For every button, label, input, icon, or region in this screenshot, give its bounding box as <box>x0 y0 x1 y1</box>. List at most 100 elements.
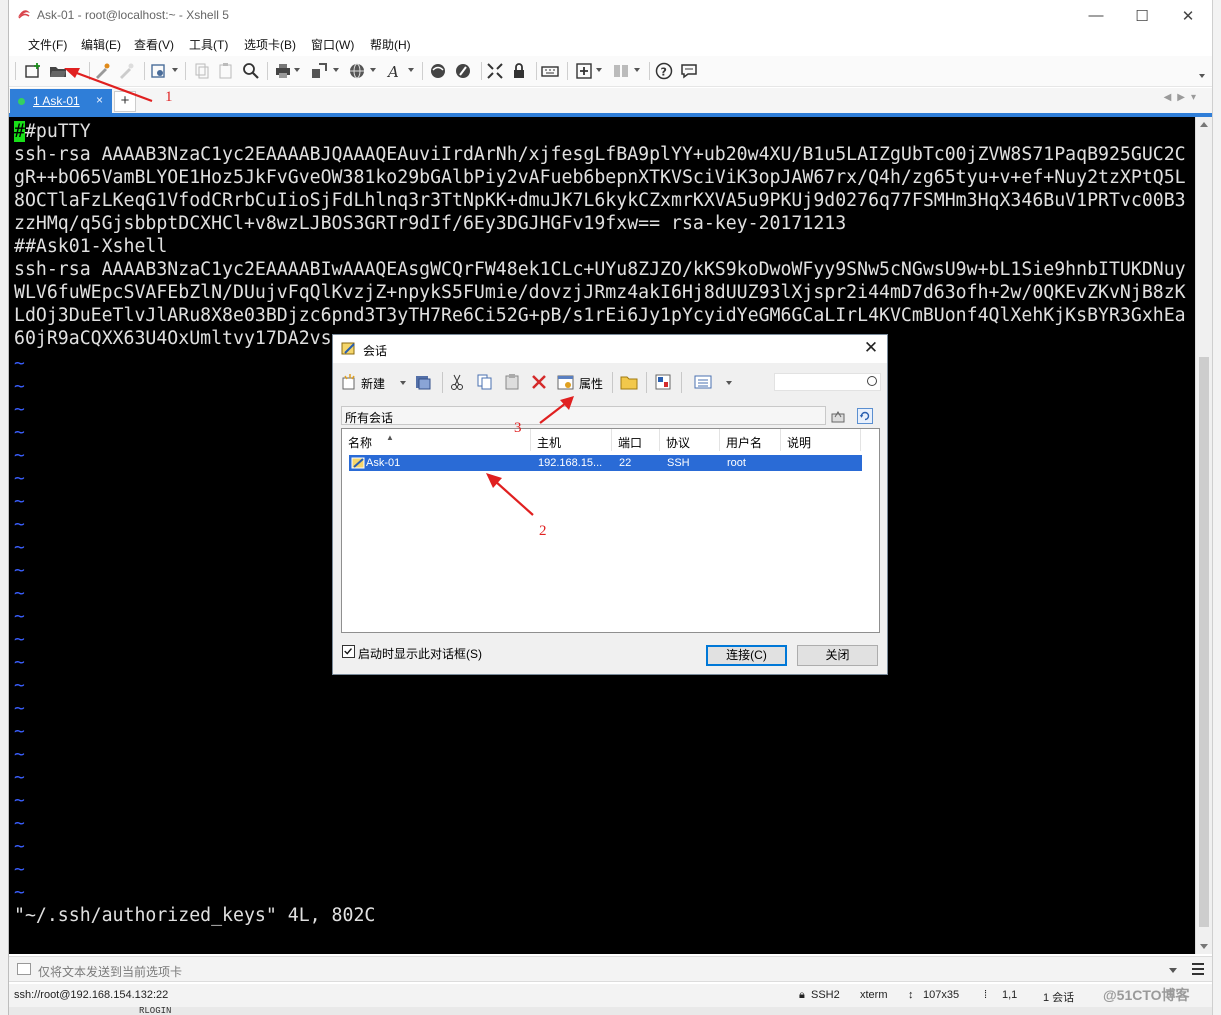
tab-close-icon[interactable]: × <box>96 93 103 107</box>
scroll-up-icon[interactable] <box>1200 122 1208 127</box>
terminal-line: zzHMq/q5GjsbbptDCXHCl+v8wzLJBOS3GRTr9dIf… <box>14 213 847 234</box>
refresh-icon[interactable] <box>857 408 873 424</box>
minimize-icon: — <box>1088 7 1104 24</box>
cut-icon[interactable] <box>449 373 465 391</box>
transfer-icon[interactable] <box>310 62 328 80</box>
print-dropdown-arrow[interactable] <box>294 68 300 72</box>
properties-button-label[interactable]: 属性 <box>579 375 603 392</box>
main-toolbar: A ? <box>9 56 1212 87</box>
minimize-button[interactable]: — <box>1073 0 1119 31</box>
column-name[interactable]: 名称 ▲ <box>342 429 531 451</box>
fullscreen-icon[interactable] <box>486 62 504 80</box>
open-session-icon[interactable] <box>49 62 67 80</box>
vim-tilde-line: ~ <box>14 514 25 535</box>
view-mode-dropdown-arrow[interactable] <box>726 381 732 385</box>
view-mode-icon[interactable] <box>694 373 712 391</box>
tab-navigation-arrows[interactable]: ◀▶▾ <box>1164 92 1202 103</box>
session-search-input[interactable] <box>774 373 881 391</box>
watermark: @51CTO博客 <box>1103 987 1190 1003</box>
import-export-icon[interactable] <box>654 373 672 391</box>
column-host[interactable]: 主机 <box>531 429 612 451</box>
cursor-position: 1,1 <box>1002 989 1018 1001</box>
layout-dropdown-arrow[interactable] <box>634 68 640 72</box>
menu-tabs[interactable]: 选项卡(B) <box>244 36 296 53</box>
script-icon[interactable] <box>454 62 472 80</box>
menu-file[interactable]: 文件(F) <box>28 36 67 53</box>
folder-icon[interactable] <box>620 373 638 391</box>
scrollbar-thumb[interactable] <box>1199 357 1209 927</box>
reconnect-icon[interactable] <box>93 62 111 80</box>
dialog-close-icon[interactable]: ✕ <box>859 338 883 360</box>
copy-icon[interactable] <box>476 373 494 391</box>
properties-dropdown-arrow[interactable] <box>172 68 178 72</box>
cursor-icon: ⁞ <box>984 989 988 1001</box>
xftp-icon[interactable] <box>429 62 447 80</box>
scroll-down-icon[interactable] <box>1200 944 1208 949</box>
new-button-label[interactable]: 新建 <box>361 375 385 392</box>
transfer-dropdown-arrow[interactable] <box>333 68 339 72</box>
globe-icon[interactable] <box>348 62 366 80</box>
font-icon[interactable]: A <box>386 62 404 80</box>
new-dropdown-arrow[interactable] <box>400 381 406 385</box>
print-icon[interactable] <box>274 62 292 80</box>
show-on-startup-label[interactable]: 启动时显示此对话框(S) <box>358 645 482 662</box>
show-on-startup-checkbox[interactable] <box>342 645 355 658</box>
help-icon[interactable]: ? <box>655 62 673 80</box>
tab-ask-01[interactable]: 1 Ask-01 × <box>10 89 112 114</box>
session-row[interactable]: Ask-01 192.168.15... 22 SSH root <box>349 455 862 471</box>
maximize-button[interactable]: ☐ <box>1119 0 1165 31</box>
globe-dropdown-arrow[interactable] <box>370 68 376 72</box>
find-icon[interactable] <box>242 62 260 80</box>
svg-text:A: A <box>386 63 399 80</box>
toolbar-separator <box>422 62 423 80</box>
session-list[interactable]: 名称 ▲ 主机 端口 协议 用户名 说明 Ask-01 192.168.15...… <box>341 428 880 633</box>
terminal-line: LdOj3DuEeTlvJlARu8X8e03BDjzc6pnd3T3yTH7R… <box>14 305 1186 326</box>
paste-icon[interactable] <box>503 373 521 391</box>
menu-icon[interactable] <box>1192 963 1204 975</box>
add-tab-button[interactable]: + <box>114 91 136 112</box>
lock-icon[interactable] <box>510 62 528 80</box>
chevron-down-icon[interactable] <box>1169 968 1177 973</box>
terminal-scrollbar[interactable] <box>1195 117 1212 954</box>
properties-icon[interactable] <box>557 373 575 391</box>
toolbar-overflow-arrow[interactable] <box>1199 74 1205 78</box>
column-description[interactable]: 说明 <box>781 429 861 451</box>
compose-bar[interactable]: 仅将文本发送到当前选项卡 <box>9 956 1212 982</box>
layout-icon[interactable] <box>612 62 630 80</box>
menu-window[interactable]: 窗口(W) <box>311 36 354 53</box>
menu-edit[interactable]: 编辑(E) <box>81 36 121 53</box>
copy-icon[interactable] <box>193 62 211 80</box>
menu-help[interactable]: 帮助(H) <box>370 36 411 53</box>
column-protocol[interactable]: 协议 <box>660 429 720 451</box>
menu-view[interactable]: 查看(V) <box>134 36 174 53</box>
paste-icon[interactable] <box>217 62 235 80</box>
chat-icon[interactable] <box>680 62 698 80</box>
annotation-label-3: 3 <box>514 420 522 436</box>
column-username[interactable]: 用户名 <box>720 429 781 451</box>
properties-icon[interactable] <box>150 62 168 80</box>
new-session-icon[interactable] <box>341 373 357 391</box>
font-dropdown-arrow[interactable] <box>408 68 414 72</box>
delete-icon[interactable] <box>531 373 547 391</box>
vim-tilde-line: ~ <box>14 422 25 443</box>
menu-tools[interactable]: 工具(T) <box>189 36 228 53</box>
close-window-button[interactable]: ✕ <box>1165 0 1211 31</box>
title-bar[interactable]: Ask-01 - root@localhost:~ - Xshell 5 — ☐… <box>9 0 1212 31</box>
disconnect-icon[interactable] <box>117 62 135 80</box>
compose-dropdown-arrow[interactable] <box>596 68 602 72</box>
dialog-title-bar[interactable]: 会话 ✕ <box>333 335 887 363</box>
vim-tilde-line: ~ <box>14 721 25 742</box>
compose-icon[interactable] <box>575 62 593 80</box>
vim-tilde-line: ~ <box>14 445 25 466</box>
toolbar-separator <box>536 62 537 80</box>
folder-transfer-icon[interactable] <box>414 373 432 391</box>
vim-tilde-line: ~ <box>14 468 25 489</box>
column-port[interactable]: 端口 <box>612 429 660 451</box>
new-session-icon[interactable] <box>24 62 42 80</box>
toolbar-separator <box>267 62 268 80</box>
up-folder-icon[interactable] <box>830 408 846 424</box>
dialog-close-button[interactable]: 关闭 <box>797 645 878 666</box>
keyboard-icon[interactable] <box>541 62 559 80</box>
terminal-line-text: #puTTY <box>24 121 91 142</box>
connect-button[interactable]: 连接(C) <box>706 645 787 666</box>
